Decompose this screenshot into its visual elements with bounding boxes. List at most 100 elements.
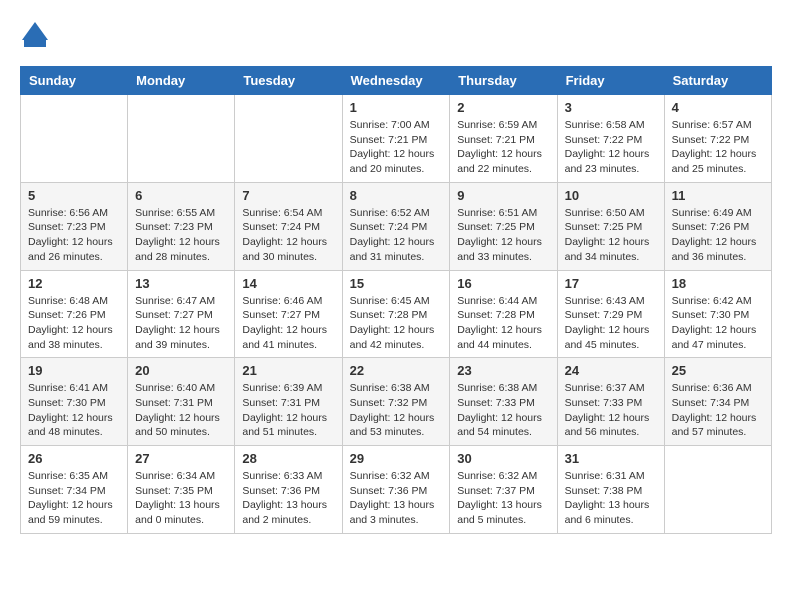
calendar-cell: 12 Sunrise: 6:48 AMSunset: 7:26 PMDayligh… (21, 270, 128, 358)
calendar-cell: 16 Sunrise: 6:44 AMSunset: 7:28 PMDayligh… (450, 270, 557, 358)
column-header-sunday: Sunday (21, 67, 128, 95)
day-number: 21 (242, 363, 334, 378)
calendar-cell: 1 Sunrise: 7:00 AMSunset: 7:21 PMDaylight… (342, 95, 450, 183)
day-number: 4 (672, 100, 764, 115)
day-info: Sunrise: 6:40 AMSunset: 7:31 PMDaylight:… (135, 381, 227, 440)
calendar-cell: 14 Sunrise: 6:46 AMSunset: 7:27 PMDayligh… (235, 270, 342, 358)
page-header (20, 20, 772, 50)
column-header-wednesday: Wednesday (342, 67, 450, 95)
calendar-cell (128, 95, 235, 183)
column-header-saturday: Saturday (664, 67, 771, 95)
calendar-cell: 26 Sunrise: 6:35 AMSunset: 7:34 PMDayligh… (21, 446, 128, 534)
day-info: Sunrise: 6:45 AMSunset: 7:28 PMDaylight:… (350, 294, 443, 353)
day-info: Sunrise: 7:00 AMSunset: 7:21 PMDaylight:… (350, 118, 443, 177)
day-number: 8 (350, 188, 443, 203)
day-info: Sunrise: 6:46 AMSunset: 7:27 PMDaylight:… (242, 294, 334, 353)
calendar-cell: 19 Sunrise: 6:41 AMSunset: 7:30 PMDayligh… (21, 358, 128, 446)
calendar-week-row: 19 Sunrise: 6:41 AMSunset: 7:30 PMDayligh… (21, 358, 772, 446)
calendar-week-row: 26 Sunrise: 6:35 AMSunset: 7:34 PMDayligh… (21, 446, 772, 534)
day-number: 11 (672, 188, 764, 203)
day-info: Sunrise: 6:52 AMSunset: 7:24 PMDaylight:… (350, 206, 443, 265)
calendar-cell: 30 Sunrise: 6:32 AMSunset: 7:37 PMDayligh… (450, 446, 557, 534)
day-info: Sunrise: 6:42 AMSunset: 7:30 PMDaylight:… (672, 294, 764, 353)
day-info: Sunrise: 6:36 AMSunset: 7:34 PMDaylight:… (672, 381, 764, 440)
calendar-cell: 5 Sunrise: 6:56 AMSunset: 7:23 PMDaylight… (21, 182, 128, 270)
day-number: 23 (457, 363, 549, 378)
column-header-thursday: Thursday (450, 67, 557, 95)
day-number: 5 (28, 188, 120, 203)
day-number: 22 (350, 363, 443, 378)
column-header-monday: Monday (128, 67, 235, 95)
calendar-cell: 13Sunrise: 6:47 AMSunset: 7:27 PMDayligh… (128, 270, 235, 358)
calendar-week-row: 12 Sunrise: 6:48 AMSunset: 7:26 PMDayligh… (21, 270, 772, 358)
column-header-tuesday: Tuesday (235, 67, 342, 95)
day-number: 18 (672, 276, 764, 291)
day-info: Sunrise: 6:57 AMSunset: 7:22 PMDaylight:… (672, 118, 764, 177)
calendar-cell: 11 Sunrise: 6:49 AMSunset: 7:26 PMDayligh… (664, 182, 771, 270)
day-info: Sunrise: 6:41 AMSunset: 7:30 PMDaylight:… (28, 381, 120, 440)
day-number: 1 (350, 100, 443, 115)
calendar-cell: 24 Sunrise: 6:37 AMSunset: 7:33 PMDayligh… (557, 358, 664, 446)
day-info: Sunrise: 6:35 AMSunset: 7:34 PMDaylight:… (28, 469, 120, 528)
day-info: Sunrise: 6:44 AMSunset: 7:28 PMDaylight:… (457, 294, 549, 353)
day-number: 27 (135, 451, 227, 466)
day-number: 7 (242, 188, 334, 203)
calendar-cell: 28 Sunrise: 6:33 AMSunset: 7:36 PMDayligh… (235, 446, 342, 534)
calendar-cell: 31 Sunrise: 6:31 AMSunset: 7:38 PMDayligh… (557, 446, 664, 534)
day-number: 12 (28, 276, 120, 291)
calendar-cell: 10Sunrise: 6:50 AMSunset: 7:25 PMDayligh… (557, 182, 664, 270)
day-number: 31 (565, 451, 657, 466)
day-number: 28 (242, 451, 334, 466)
day-number: 19 (28, 363, 120, 378)
day-info: Sunrise: 6:31 AMSunset: 7:38 PMDaylight:… (565, 469, 657, 528)
day-info: Sunrise: 6:32 AMSunset: 7:36 PMDaylight:… (350, 469, 443, 528)
logo (20, 20, 54, 50)
calendar-cell: 17 Sunrise: 6:43 AMSunset: 7:29 PMDayligh… (557, 270, 664, 358)
calendar-cell (235, 95, 342, 183)
day-info: Sunrise: 6:59 AMSunset: 7:21 PMDaylight:… (457, 118, 549, 177)
day-number: 16 (457, 276, 549, 291)
calendar-cell: 7 Sunrise: 6:54 AMSunset: 7:24 PMDaylight… (235, 182, 342, 270)
calendar-week-row: 5 Sunrise: 6:56 AMSunset: 7:23 PMDaylight… (21, 182, 772, 270)
day-info: Sunrise: 6:32 AMSunset: 7:37 PMDaylight:… (457, 469, 549, 528)
day-info: Sunrise: 6:34 AMSunset: 7:35 PMDaylight:… (135, 469, 227, 528)
calendar-cell: 18 Sunrise: 6:42 AMSunset: 7:30 PMDayligh… (664, 270, 771, 358)
calendar-cell: 2Sunrise: 6:59 AMSunset: 7:21 PMDaylight… (450, 95, 557, 183)
day-number: 3 (565, 100, 657, 115)
calendar-cell: 15 Sunrise: 6:45 AMSunset: 7:28 PMDayligh… (342, 270, 450, 358)
day-number: 14 (242, 276, 334, 291)
day-number: 26 (28, 451, 120, 466)
day-info: Sunrise: 6:56 AMSunset: 7:23 PMDaylight:… (28, 206, 120, 265)
day-info: Sunrise: 6:37 AMSunset: 7:33 PMDaylight:… (565, 381, 657, 440)
day-info: Sunrise: 6:49 AMSunset: 7:26 PMDaylight:… (672, 206, 764, 265)
calendar-cell: 25 Sunrise: 6:36 AMSunset: 7:34 PMDayligh… (664, 358, 771, 446)
day-info: Sunrise: 6:54 AMSunset: 7:24 PMDaylight:… (242, 206, 334, 265)
day-info: Sunrise: 6:51 AMSunset: 7:25 PMDaylight:… (457, 206, 549, 265)
calendar-cell: 6Sunrise: 6:55 AMSunset: 7:23 PMDaylight… (128, 182, 235, 270)
day-number: 25 (672, 363, 764, 378)
calendar-cell: 9 Sunrise: 6:51 AMSunset: 7:25 PMDaylight… (450, 182, 557, 270)
day-info: Sunrise: 6:43 AMSunset: 7:29 PMDaylight:… (565, 294, 657, 353)
day-info: Sunrise: 6:38 AMSunset: 7:32 PMDaylight:… (350, 381, 443, 440)
day-info: Sunrise: 6:39 AMSunset: 7:31 PMDaylight:… (242, 381, 334, 440)
calendar-cell: 29Sunrise: 6:32 AMSunset: 7:36 PMDayligh… (342, 446, 450, 534)
day-number: 13 (135, 276, 227, 291)
calendar-cell (664, 446, 771, 534)
day-number: 9 (457, 188, 549, 203)
day-number: 24 (565, 363, 657, 378)
column-header-friday: Friday (557, 67, 664, 95)
day-number: 6 (135, 188, 227, 203)
calendar-week-row: 1 Sunrise: 7:00 AMSunset: 7:21 PMDaylight… (21, 95, 772, 183)
day-number: 15 (350, 276, 443, 291)
day-info: Sunrise: 6:33 AMSunset: 7:36 PMDaylight:… (242, 469, 334, 528)
calendar-cell: 3Sunrise: 6:58 AMSunset: 7:22 PMDaylight… (557, 95, 664, 183)
day-number: 30 (457, 451, 549, 466)
calendar-cell: 21 Sunrise: 6:39 AMSunset: 7:31 PMDayligh… (235, 358, 342, 446)
calendar-cell: 4 Sunrise: 6:57 AMSunset: 7:22 PMDaylight… (664, 95, 771, 183)
day-info: Sunrise: 6:48 AMSunset: 7:26 PMDaylight:… (28, 294, 120, 353)
day-info: Sunrise: 6:50 AMSunset: 7:25 PMDaylight:… (565, 206, 657, 265)
calendar-header-row: SundayMondayTuesdayWednesdayThursdayFrid… (21, 67, 772, 95)
day-number: 17 (565, 276, 657, 291)
day-number: 20 (135, 363, 227, 378)
calendar-cell: 27 Sunrise: 6:34 AMSunset: 7:35 PMDayligh… (128, 446, 235, 534)
